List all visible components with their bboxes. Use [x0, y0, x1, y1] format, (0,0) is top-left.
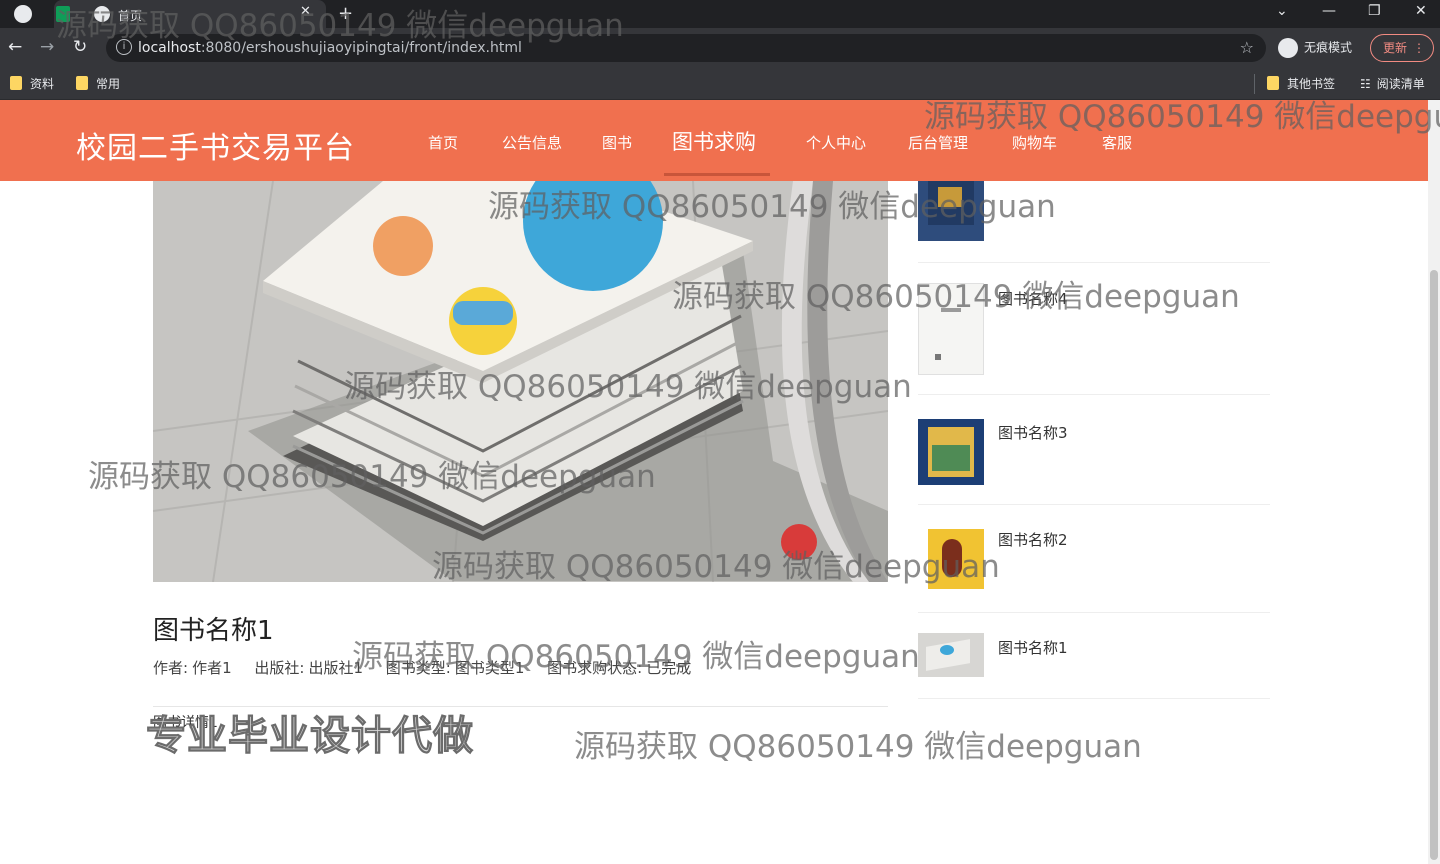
publisher-value: 出版社1 [308, 659, 363, 677]
folder-icon [10, 76, 22, 90]
page-scrollbar[interactable] [1428, 100, 1440, 864]
nav-book-requests[interactable]: 图书求购 [672, 126, 756, 156]
url-path: :8080/ershoushujiaoyipingtai/front/index… [200, 40, 522, 56]
nav-customer-service[interactable]: 客服 [1102, 132, 1132, 153]
sidebar-book-label: 图书名称3 [998, 424, 1068, 442]
sidebar-book-item[interactable]: 图书名称2 [918, 505, 1270, 613]
bookmark-star-icon[interactable]: ☆ [1240, 38, 1254, 57]
sidebar-book-item[interactable] [918, 181, 1270, 263]
forward-icon[interactable]: → [40, 37, 54, 57]
promo-overlay-text: 专业毕业设计代做 [146, 713, 474, 760]
site-header: 校园二手书交易平台 首页 公告信息 图书 图书求购 个人中心 后台管理 购物车 … [0, 100, 1428, 181]
site-title[interactable]: 校园二手书交易平台 [76, 123, 355, 167]
incognito-label: 无痕模式 [1304, 40, 1353, 55]
book-thumbnail [928, 529, 984, 589]
incognito-icon [1278, 38, 1298, 58]
minimize-icon[interactable]: — [1322, 3, 1336, 19]
bookmark-folder-other[interactable]: 其他书签 [1267, 75, 1335, 92]
status-label: 图书求购状态: [547, 659, 643, 677]
url-host: localhost [138, 40, 201, 56]
site-info-icon[interactable]: i [116, 39, 132, 55]
sidebar-book-label: 图书名称2 [998, 531, 1068, 549]
sidebar-book-item[interactable]: 图书名称3 [918, 395, 1270, 505]
sheets-tab-icon[interactable] [56, 6, 70, 22]
bookmark-label: 阅读清单 [1376, 77, 1425, 91]
watermark: 源码获取 QQ86050149 微信deepguan [574, 729, 1142, 765]
window-close-icon[interactable]: ✕ [1415, 3, 1427, 19]
bookmark-folder-changyong[interactable]: 常用 [76, 75, 120, 92]
browser-toolbar: ← → ↻ i localhost:8080/ershoushujiaoyipi… [0, 28, 1440, 68]
update-button[interactable]: 更新 ⋮ [1370, 34, 1434, 62]
book-title: 图书名称1 [153, 616, 274, 646]
browser-titlebar: 首页 ✕ + ⌄ — ❐ ✕ [0, 0, 1440, 28]
folder-icon [1267, 76, 1279, 90]
book-meta: 作者: 作者1 出版社: 出版社1 图书类型: 图书类型1 图书求购状态: 已完成 [153, 657, 695, 678]
status-value: 已完成 [646, 659, 692, 677]
book-thumbnail [918, 633, 984, 677]
nav-home[interactable]: 首页 [428, 132, 458, 153]
sidebar-book-label: 图书名称4 [998, 290, 1068, 308]
bookmarks-separator [1254, 74, 1255, 94]
browser-tab[interactable]: 首页 ✕ [54, 0, 326, 28]
tab-search-chevron-icon[interactable]: ⌄ [1276, 3, 1288, 19]
sidebar-book-item[interactable]: 图书名称1 [918, 613, 1270, 699]
bookmarks-bar: 资料 常用 其他书签 ☷ 阅读清单 [0, 68, 1440, 100]
browser-window-icon[interactable] [14, 5, 32, 23]
tab-title: 首页 [118, 9, 143, 23]
back-icon[interactable]: ← [8, 37, 22, 57]
globe-icon [94, 6, 110, 22]
new-tab-icon[interactable]: + [338, 3, 353, 24]
reading-list-icon: ☷ [1360, 77, 1371, 91]
bookmark-folder-ziliao[interactable]: 资料 [10, 75, 54, 92]
nav-admin[interactable]: 后台管理 [908, 132, 968, 153]
nav-personal-center[interactable]: 个人中心 [806, 132, 866, 153]
author-value: 作者1 [192, 659, 232, 677]
type-value: 图书类型1 [454, 659, 525, 677]
incognito-indicator[interactable]: 无痕模式 [1278, 38, 1352, 58]
sidebar-book-item[interactable]: 图书名称4 [918, 263, 1270, 395]
nav-books[interactable]: 图书 [602, 132, 632, 153]
menu-icon: ⋮ [1413, 41, 1425, 55]
book-thumbnail [918, 283, 984, 375]
bookmark-label: 资料 [30, 77, 55, 91]
book-thumbnail [918, 181, 984, 241]
folder-icon [76, 76, 88, 90]
reading-list[interactable]: ☷ 阅读清单 [1360, 75, 1425, 92]
book-main-image [153, 181, 888, 582]
tab-close-icon[interactable]: ✕ [300, 4, 311, 19]
sidebar-book-label: 图书名称1 [998, 639, 1068, 657]
nav-cart[interactable]: 购物车 [1012, 132, 1057, 153]
type-label: 图书类型: [385, 659, 451, 677]
update-label: 更新 [1383, 41, 1408, 55]
publisher-label: 出版社: [254, 659, 305, 677]
book-stack-photo [153, 181, 888, 582]
author-label: 作者: [153, 659, 189, 677]
book-thumbnail [918, 419, 984, 485]
restore-icon[interactable]: ❐ [1368, 3, 1381, 19]
bookmark-label: 常用 [96, 77, 121, 91]
reload-icon[interactable]: ↻ [73, 37, 87, 57]
nav-announcements[interactable]: 公告信息 [502, 132, 562, 153]
url-text[interactable]: localhost:8080/ershoushujiaoyipingtai/fr… [138, 40, 522, 56]
address-bar[interactable]: i localhost:8080/ershoushujiaoyipingtai/… [106, 34, 1266, 62]
cursor-highlight [781, 524, 817, 560]
bookmark-label: 其他书签 [1287, 77, 1336, 91]
active-nav-indicator [664, 173, 770, 176]
scrollbar-thumb[interactable] [1430, 270, 1438, 860]
